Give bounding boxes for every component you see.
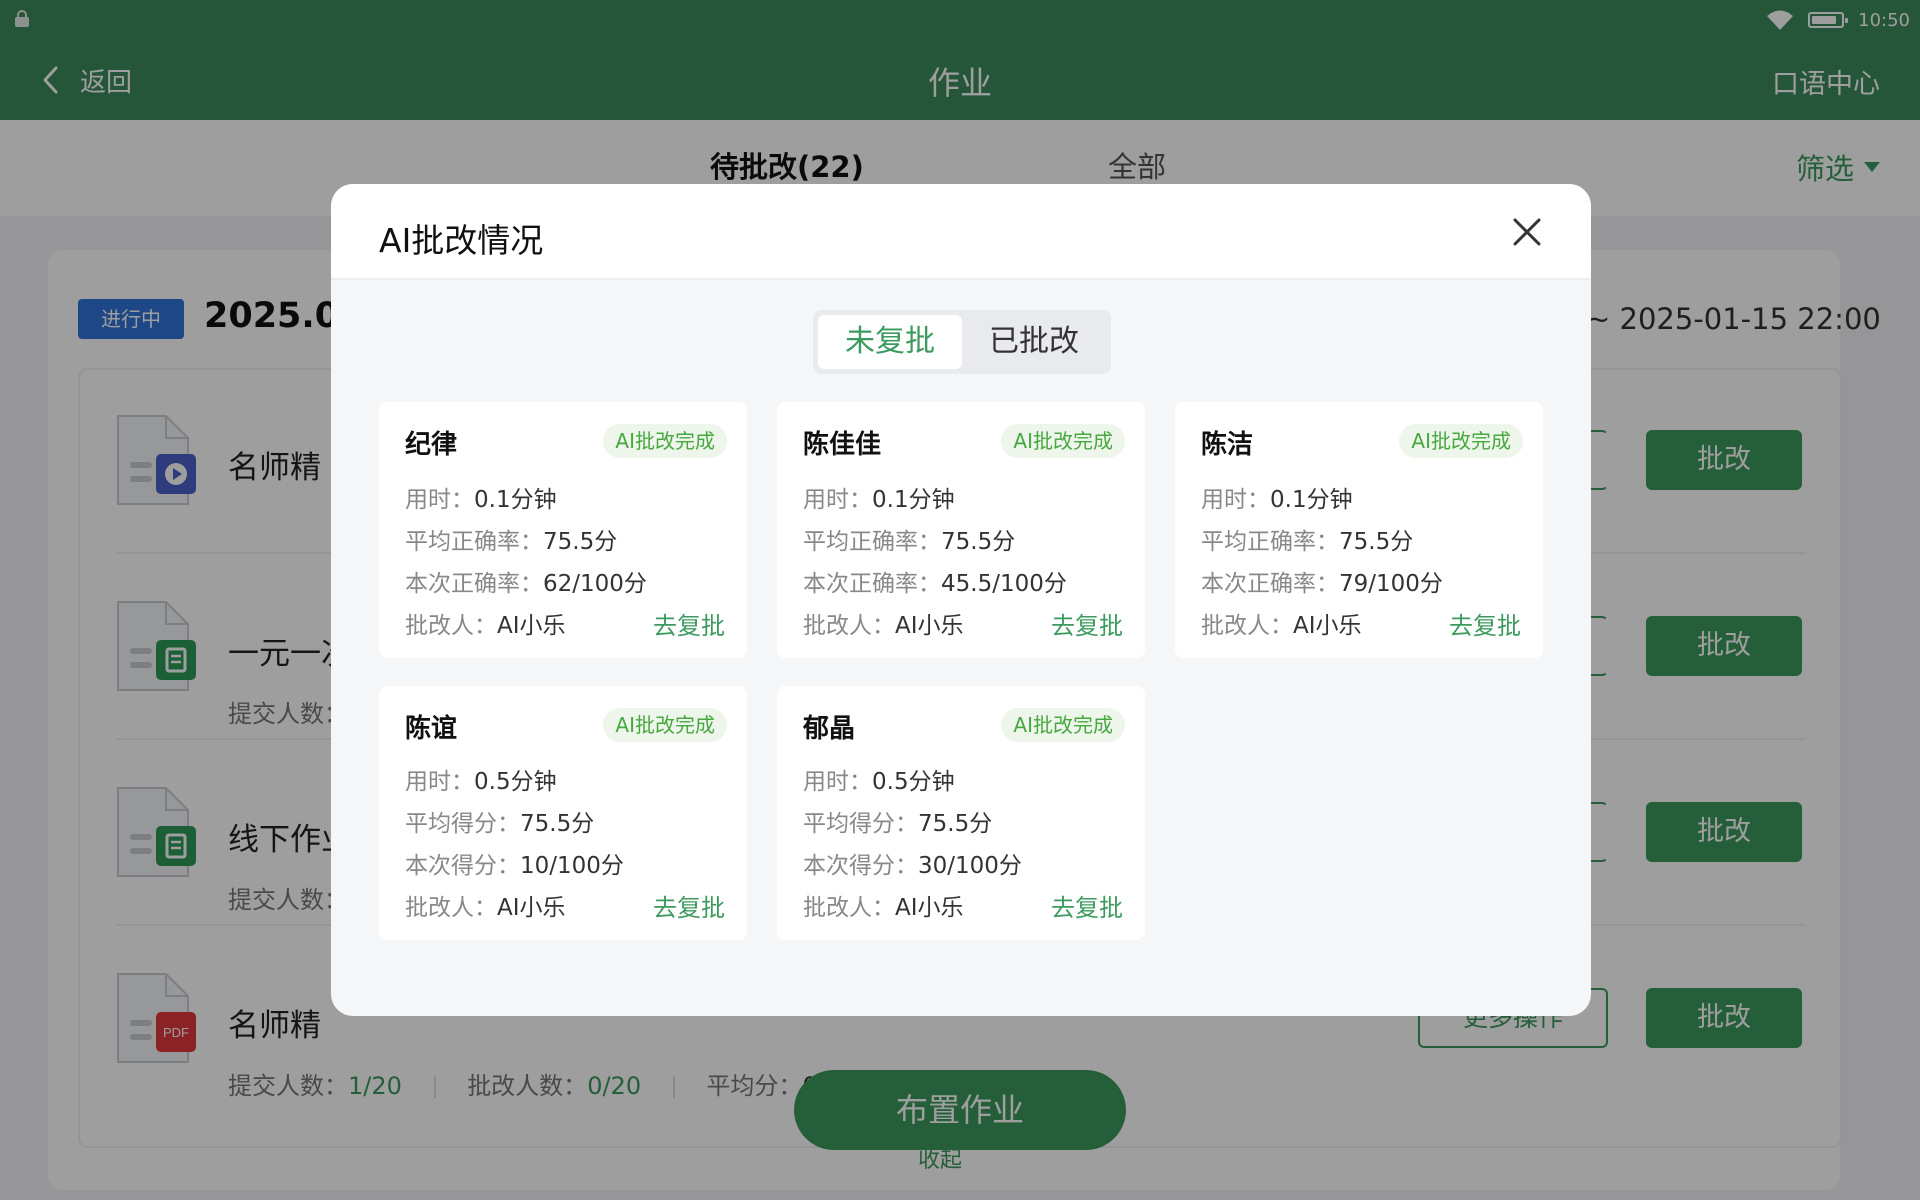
student-result-card: 陈洁 AI批改完成 用时：0.1分钟 平均正确率：75.5分 本次正确率：79/… (1175, 402, 1543, 658)
review-link[interactable]: 去复批 (653, 606, 725, 641)
field-label: 本次得分： (405, 853, 520, 879)
review-link[interactable]: 去复批 (1449, 606, 1521, 641)
field-label: 用时： (803, 487, 872, 513)
time-used: 用时：0.1分钟 (803, 480, 955, 514)
status-badge: AI批改完成 (1001, 424, 1125, 458)
field-value: 75.5分 (941, 529, 1016, 555)
field-label: 批改人： (405, 895, 497, 921)
field-label: 本次正确率： (1201, 571, 1339, 597)
close-icon[interactable] (1509, 214, 1545, 250)
review-status-switch: 未复批 已批改 (813, 310, 1111, 374)
grader: 批改人：AI小乐 (1201, 606, 1362, 640)
field-value: 75.5分 (543, 529, 618, 555)
status-badge: AI批改完成 (1001, 708, 1125, 742)
student-name: 陈洁 (1201, 430, 1254, 460)
field-label: 平均正确率： (803, 529, 941, 555)
time-used: 用时：0.5分钟 (803, 762, 955, 796)
field-label: 平均得分： (405, 811, 520, 837)
student-name: 陈谊 (405, 714, 458, 744)
field-value: 0.5分钟 (474, 769, 557, 795)
field-label: 本次正确率： (405, 571, 543, 597)
status-badge: AI批改完成 (603, 424, 727, 458)
field-label: 批改人： (803, 895, 895, 921)
student-result-card: 陈谊 AI批改完成 用时：0.5分钟 平均得分：75.5分 本次得分：10/10… (379, 686, 747, 940)
field-value: 75.5分 (918, 811, 993, 837)
field-label: 用时： (803, 769, 872, 795)
time-used: 用时：0.5分钟 (405, 762, 557, 796)
review-link[interactable]: 去复批 (1051, 888, 1123, 923)
average-score: 平均得分：75.5分 (803, 804, 992, 838)
grader: 批改人：AI小乐 (803, 606, 964, 640)
dialog-title: AI批改情况 (379, 221, 544, 260)
average-score: 平均得分：75.5分 (405, 804, 594, 838)
current-score: 本次得分：10/100分 (405, 846, 624, 880)
field-value: 0.1分钟 (1270, 487, 1353, 513)
review-link[interactable]: 去复批 (653, 888, 725, 923)
field-label: 本次正确率： (803, 571, 941, 597)
average-accuracy: 平均正确率：75.5分 (803, 522, 1015, 556)
student-result-card: 陈佳佳 AI批改完成 用时：0.1分钟 平均正确率：75.5分 本次正确率：45… (777, 402, 1145, 658)
field-value: 75.5分 (1339, 529, 1414, 555)
student-name: 陈佳佳 (803, 430, 882, 460)
field-label: 批改人： (405, 613, 497, 639)
grader: 批改人：AI小乐 (405, 888, 566, 922)
field-label: 本次得分： (803, 853, 918, 879)
field-value: 0.5分钟 (872, 769, 955, 795)
dialog-header: AI批改情况 (331, 184, 1591, 280)
average-accuracy: 平均正确率：75.5分 (405, 522, 617, 556)
field-value: 10/100分 (520, 853, 624, 879)
field-label: 平均正确率： (1201, 529, 1339, 555)
field-label: 平均正确率： (405, 529, 543, 555)
status-badge: AI批改完成 (1399, 424, 1523, 458)
segment-graded[interactable]: 已批改 (962, 315, 1106, 369)
field-value: AI小乐 (895, 613, 964, 639)
field-value: AI小乐 (497, 895, 566, 921)
field-value: 0.1分钟 (872, 487, 955, 513)
status-badge: AI批改完成 (603, 708, 727, 742)
field-value: AI小乐 (497, 613, 566, 639)
current-accuracy: 本次正确率：45.5/100分 (803, 564, 1067, 598)
grader: 批改人：AI小乐 (405, 606, 566, 640)
field-value: 79/100分 (1339, 571, 1443, 597)
student-result-card: 郁晶 AI批改完成 用时：0.5分钟 平均得分：75.5分 本次得分：30/10… (777, 686, 1145, 940)
field-label: 用时： (1201, 487, 1270, 513)
field-label: 批改人： (803, 613, 895, 639)
time-used: 用时：0.1分钟 (405, 480, 557, 514)
field-value: 62/100分 (543, 571, 647, 597)
average-accuracy: 平均正确率：75.5分 (1201, 522, 1413, 556)
review-link[interactable]: 去复批 (1051, 606, 1123, 641)
student-result-card: 纪律 AI批改完成 用时：0.1分钟 平均正确率：75.5分 本次正确率：62/… (379, 402, 747, 658)
field-value: 30/100分 (918, 853, 1022, 879)
current-accuracy: 本次正确率：79/100分 (1201, 564, 1443, 598)
time-used: 用时：0.1分钟 (1201, 480, 1353, 514)
field-value: 75.5分 (520, 811, 595, 837)
current-score: 本次得分：30/100分 (803, 846, 1022, 880)
current-accuracy: 本次正确率：62/100分 (405, 564, 647, 598)
segment-unreviewed[interactable]: 未复批 (818, 315, 962, 369)
field-label: 批改人： (1201, 613, 1293, 639)
field-value: AI小乐 (1293, 613, 1362, 639)
student-name: 纪律 (405, 430, 458, 460)
field-label: 用时： (405, 487, 474, 513)
field-value: AI小乐 (895, 895, 964, 921)
field-label: 用时： (405, 769, 474, 795)
field-label: 平均得分： (803, 811, 918, 837)
student-name: 郁晶 (803, 714, 856, 744)
grader: 批改人：AI小乐 (803, 888, 964, 922)
field-value: 0.1分钟 (474, 487, 557, 513)
ai-grading-dialog: AI批改情况 未复批 已批改 纪律 AI批改完成 用时：0.1分钟 平均正确率：… (331, 184, 1591, 1016)
field-value: 45.5/100分 (941, 571, 1067, 597)
